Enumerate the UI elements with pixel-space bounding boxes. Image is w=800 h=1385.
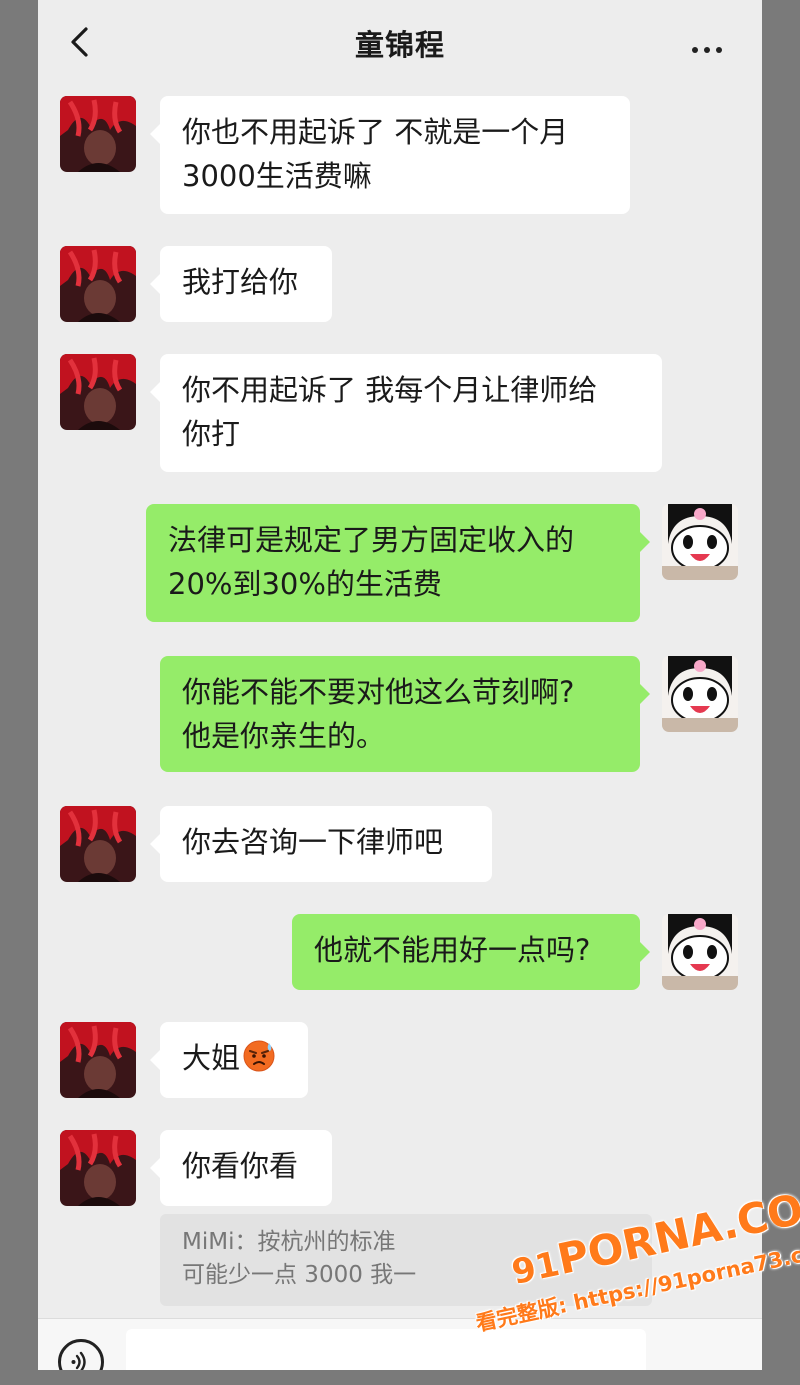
my-avatar[interactable] [662, 656, 738, 732]
incoming-message-bubble[interactable]: 你不用起诉了 我每个月让律师给 你打 [150, 354, 662, 472]
contact-avatar[interactable] [60, 806, 136, 882]
input-bar [38, 1318, 762, 1370]
outgoing-message-bubble[interactable]: 你能不能不要对他这么苛刻啊? 他是你亲生的。 [160, 656, 650, 772]
chat-header: 童锦程 [38, 0, 762, 84]
my-avatar[interactable] [662, 504, 738, 580]
page-title: 童锦程 [354, 28, 445, 62]
incoming-message-bubble[interactable]: 我打给你 [150, 246, 332, 322]
sweating-angry-face-emoji [242, 1039, 276, 1073]
incoming-message-bubble[interactable]: 大姐 [150, 1022, 308, 1098]
contact-avatar[interactable] [60, 1130, 136, 1206]
contact-avatar[interactable] [60, 246, 136, 322]
contact-avatar[interactable] [60, 1022, 136, 1098]
incoming-message-bubble[interactable]: 你也不用起诉了 不就是一个月 3000生活费嘛 [150, 96, 630, 214]
outgoing-message-bubble[interactable]: 他就不能用好一点吗? [292, 914, 650, 990]
chat-screen: 童锦程 你也不用起诉了 不就是一个月 3000生活费嘛 我打给你 你不用起诉了 … [38, 0, 762, 1370]
more-dots-icon[interactable] [692, 38, 728, 53]
contact-avatar[interactable] [60, 96, 136, 172]
incoming-message-bubble[interactable]: 你去咨询一下律师吧 [150, 806, 492, 882]
message-input[interactable] [126, 1329, 646, 1370]
quote-line: 可能少一点 3000 我一 [182, 1262, 417, 1288]
contact-avatar[interactable] [60, 354, 136, 430]
quote-line: MiMi：按杭州的标准 [182, 1229, 396, 1255]
incoming-message-bubble[interactable]: 你看你看 [150, 1130, 332, 1206]
message-text: 大姐 [182, 1041, 241, 1075]
outgoing-message-bubble[interactable]: 法律可是规定了男方固定收入的 20%到30%的生活费 [146, 504, 650, 622]
voice-icon[interactable] [58, 1339, 104, 1370]
my-avatar[interactable] [662, 914, 738, 990]
quoted-message[interactable]: MiMi：按杭州的标准 可能少一点 3000 我一 [160, 1214, 652, 1306]
